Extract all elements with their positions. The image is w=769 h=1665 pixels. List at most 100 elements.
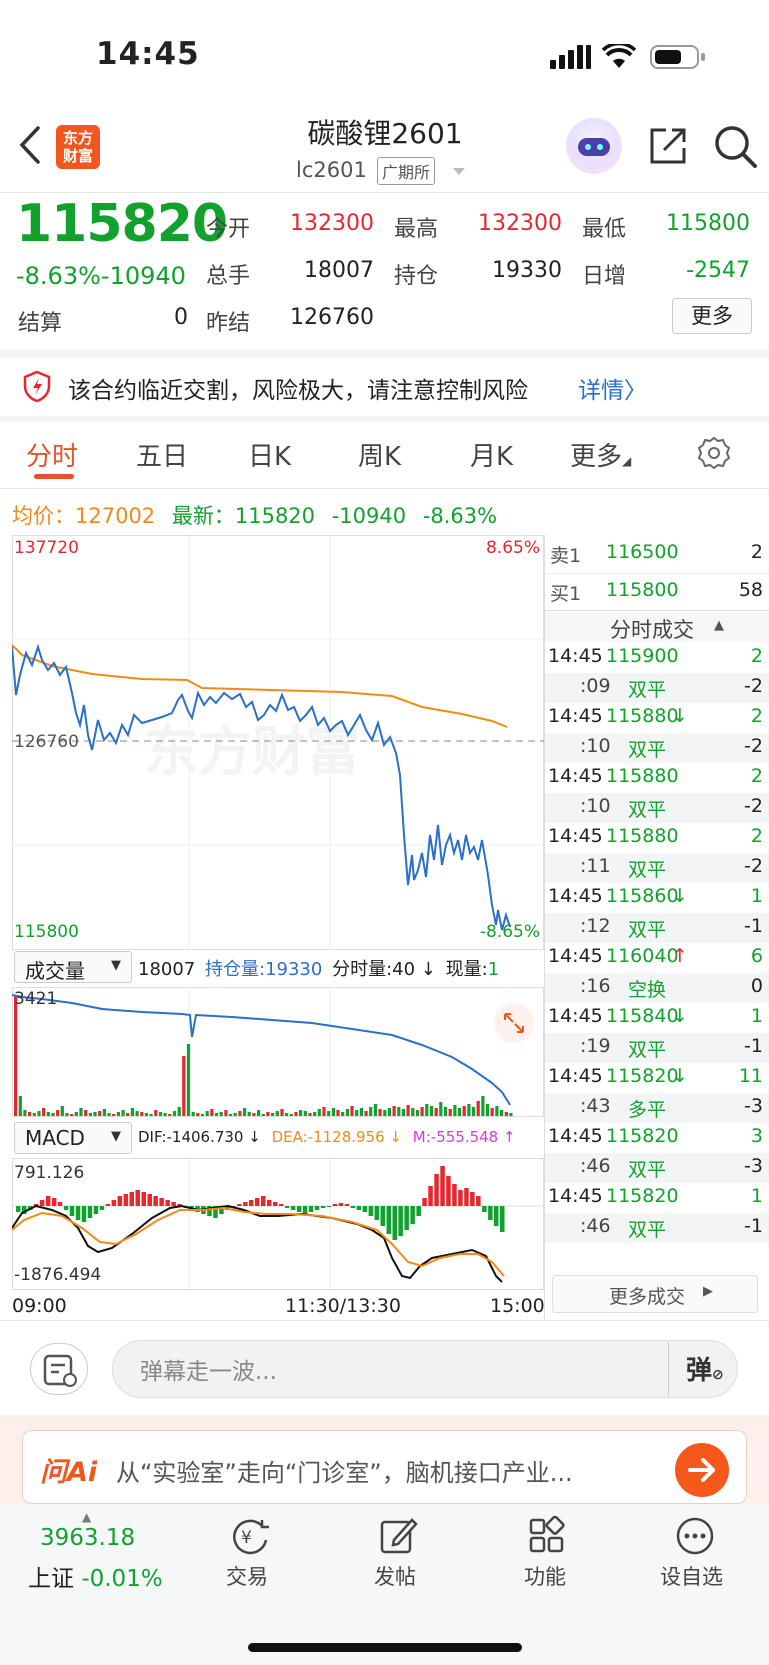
macd-bar	[470, 1192, 475, 1206]
nav-functions-label[interactable]: 功能	[524, 1561, 566, 1591]
volume-bar	[308, 1113, 312, 1116]
index-ticker[interactable]: 上证 -0.01%	[28, 1559, 163, 1593]
macd-chart[interactable]: 791.126 -1876.494	[12, 1158, 544, 1290]
macd-bar	[440, 1166, 445, 1206]
tick-type: 双平	[628, 679, 667, 701]
ai-go-button[interactable]	[675, 1443, 729, 1497]
volume-axis-max: 3421	[14, 989, 57, 1009]
tick-row: 14:45 115880 2	[544, 823, 769, 853]
macd-bar	[296, 1206, 302, 1212]
time-axis-start: 09:00	[12, 1295, 67, 1317]
ticks-header[interactable]: 分时成交 ▲	[544, 612, 769, 642]
volume-bar	[345, 1109, 349, 1116]
tick-arrow: ↓	[672, 885, 688, 907]
macd-bar	[374, 1206, 379, 1220]
open-value: 132300	[290, 211, 374, 236]
tick-row: 14:45 115880 2	[544, 763, 769, 793]
danmu-toggle[interactable]	[30, 1343, 88, 1395]
macd-bar	[332, 1204, 338, 1206]
tab-weekly-k[interactable]: 周K	[358, 436, 401, 473]
tick-time: 14:45	[548, 765, 603, 787]
caret-down-icon[interactable]	[453, 168, 465, 175]
tab-intraday[interactable]: 分时	[26, 436, 78, 473]
macd-bar	[464, 1188, 469, 1206]
volume-indicator-select[interactable]: 成交量 ▼	[14, 951, 132, 983]
volume-stats: 18007 持仓量:19330 分时量:40 ↓ 现量:1	[138, 955, 499, 981]
order-book: 卖1 116500 2 买1 115800 58	[544, 535, 769, 611]
macd-bar	[165, 1200, 170, 1206]
more-ticks-button[interactable]: 更多成交 ▶	[552, 1275, 758, 1313]
volume-bar	[420, 1107, 424, 1116]
macd-bar	[398, 1206, 403, 1236]
tick-volume: 1	[750, 885, 763, 907]
volume-bar	[495, 1106, 499, 1116]
volume-bar	[280, 1109, 284, 1116]
oi-stat-value: 19330	[265, 959, 323, 980]
tick-type: 空换	[628, 979, 667, 1001]
macd-axis-max: 791.126	[14, 1163, 84, 1183]
tick-row: 14:45 115840 ↓ 1	[544, 1003, 769, 1033]
more-ticks-label: 更多成交	[609, 1286, 686, 1308]
nav-trade-label[interactable]: 交易	[226, 1561, 268, 1591]
settings-gear-icon[interactable]	[697, 436, 731, 470]
macd-bar	[350, 1206, 356, 1208]
high-label: 最高	[394, 217, 439, 242]
tick-price: 115820	[606, 1065, 679, 1087]
settle-value: 0	[174, 305, 188, 330]
intraday-price-chart[interactable]: 东方财富 137720 8.65% 126760 115800 -8.65%	[12, 535, 544, 950]
macd-bar	[410, 1206, 415, 1224]
ai-logo: 问Ai	[40, 1457, 98, 1488]
tick-price: 115840	[606, 1005, 679, 1027]
tick-sub-row: :46 双平 -3	[544, 1153, 769, 1183]
macd-bar	[39, 1200, 45, 1206]
volume-bar	[476, 1101, 480, 1116]
volume-bar	[102, 1109, 106, 1116]
expand-button-bg[interactable]	[494, 1003, 534, 1043]
danmu-send-button[interactable]: 弹⊘	[686, 1350, 724, 1387]
volume-bar	[28, 1112, 32, 1116]
nav-watchlist-label[interactable]: 设自选	[660, 1561, 723, 1591]
macd-bar	[135, 1190, 140, 1206]
tick-type: 双平	[628, 1219, 667, 1241]
search-icon[interactable]	[713, 124, 759, 170]
intraday-info-line: 均价：127002 最新：115820 -10940 -8.63%	[12, 500, 497, 530]
volume-bar	[327, 1111, 331, 1116]
tab-more-label: 更多	[570, 442, 623, 472]
functions-grid-icon[interactable]	[527, 1516, 567, 1556]
index-value[interactable]: 3963.18	[40, 1525, 135, 1551]
tick-volume: 1	[750, 1185, 763, 1207]
volume-bar	[415, 1110, 420, 1116]
tab-daily-k[interactable]: 日K	[248, 436, 291, 473]
trade-icon[interactable]: ¥	[228, 1516, 272, 1556]
add-watchlist-icon[interactable]	[674, 1515, 716, 1557]
tick-sub-row: :12 双平 -1	[544, 913, 769, 943]
tick-time: 14:45	[548, 1185, 603, 1207]
share-icon[interactable]	[646, 124, 690, 168]
tab-active-indicator	[34, 474, 74, 479]
risk-shield-icon	[23, 370, 51, 402]
ticks-list: 14:45 115900 2:09 双平 -2 14:45 115880 ↓ 2:10 双平 -2 1…	[544, 643, 769, 1271]
macd-bar	[243, 1202, 248, 1206]
volume-bar	[224, 1110, 228, 1116]
tick-time: 14:45	[548, 645, 603, 667]
tick-sub-row: :46 双平 -1	[544, 1213, 769, 1243]
risk-details-link[interactable]: 详情〉	[578, 371, 647, 405]
nav-post-label[interactable]: 发帖	[374, 1561, 416, 1591]
more-quote-button[interactable]: 更多	[672, 298, 752, 334]
volume-label: 总手	[206, 264, 251, 289]
tab-more[interactable]: 更多◢	[570, 436, 631, 473]
ai-assistant-avatar[interactable]	[566, 118, 622, 174]
tab-five-day[interactable]: 五日	[136, 436, 188, 473]
macd-indicator-select[interactable]: MACD ▼	[14, 1122, 132, 1154]
volume-bar	[443, 1107, 448, 1116]
volume-chart[interactable]: 3421	[12, 987, 544, 1117]
bid-price: 115800	[606, 579, 679, 601]
volume-bar	[98, 1111, 102, 1116]
macd-bar	[153, 1196, 158, 1206]
back-icon[interactable]	[18, 125, 42, 165]
post-edit-icon[interactable]	[378, 1516, 418, 1556]
tick-seconds: :09	[580, 675, 611, 697]
latest-change: -10940	[331, 504, 407, 528]
tab-monthly-k[interactable]: 月K	[470, 436, 513, 473]
avg-price-label: 均价：	[12, 504, 75, 528]
